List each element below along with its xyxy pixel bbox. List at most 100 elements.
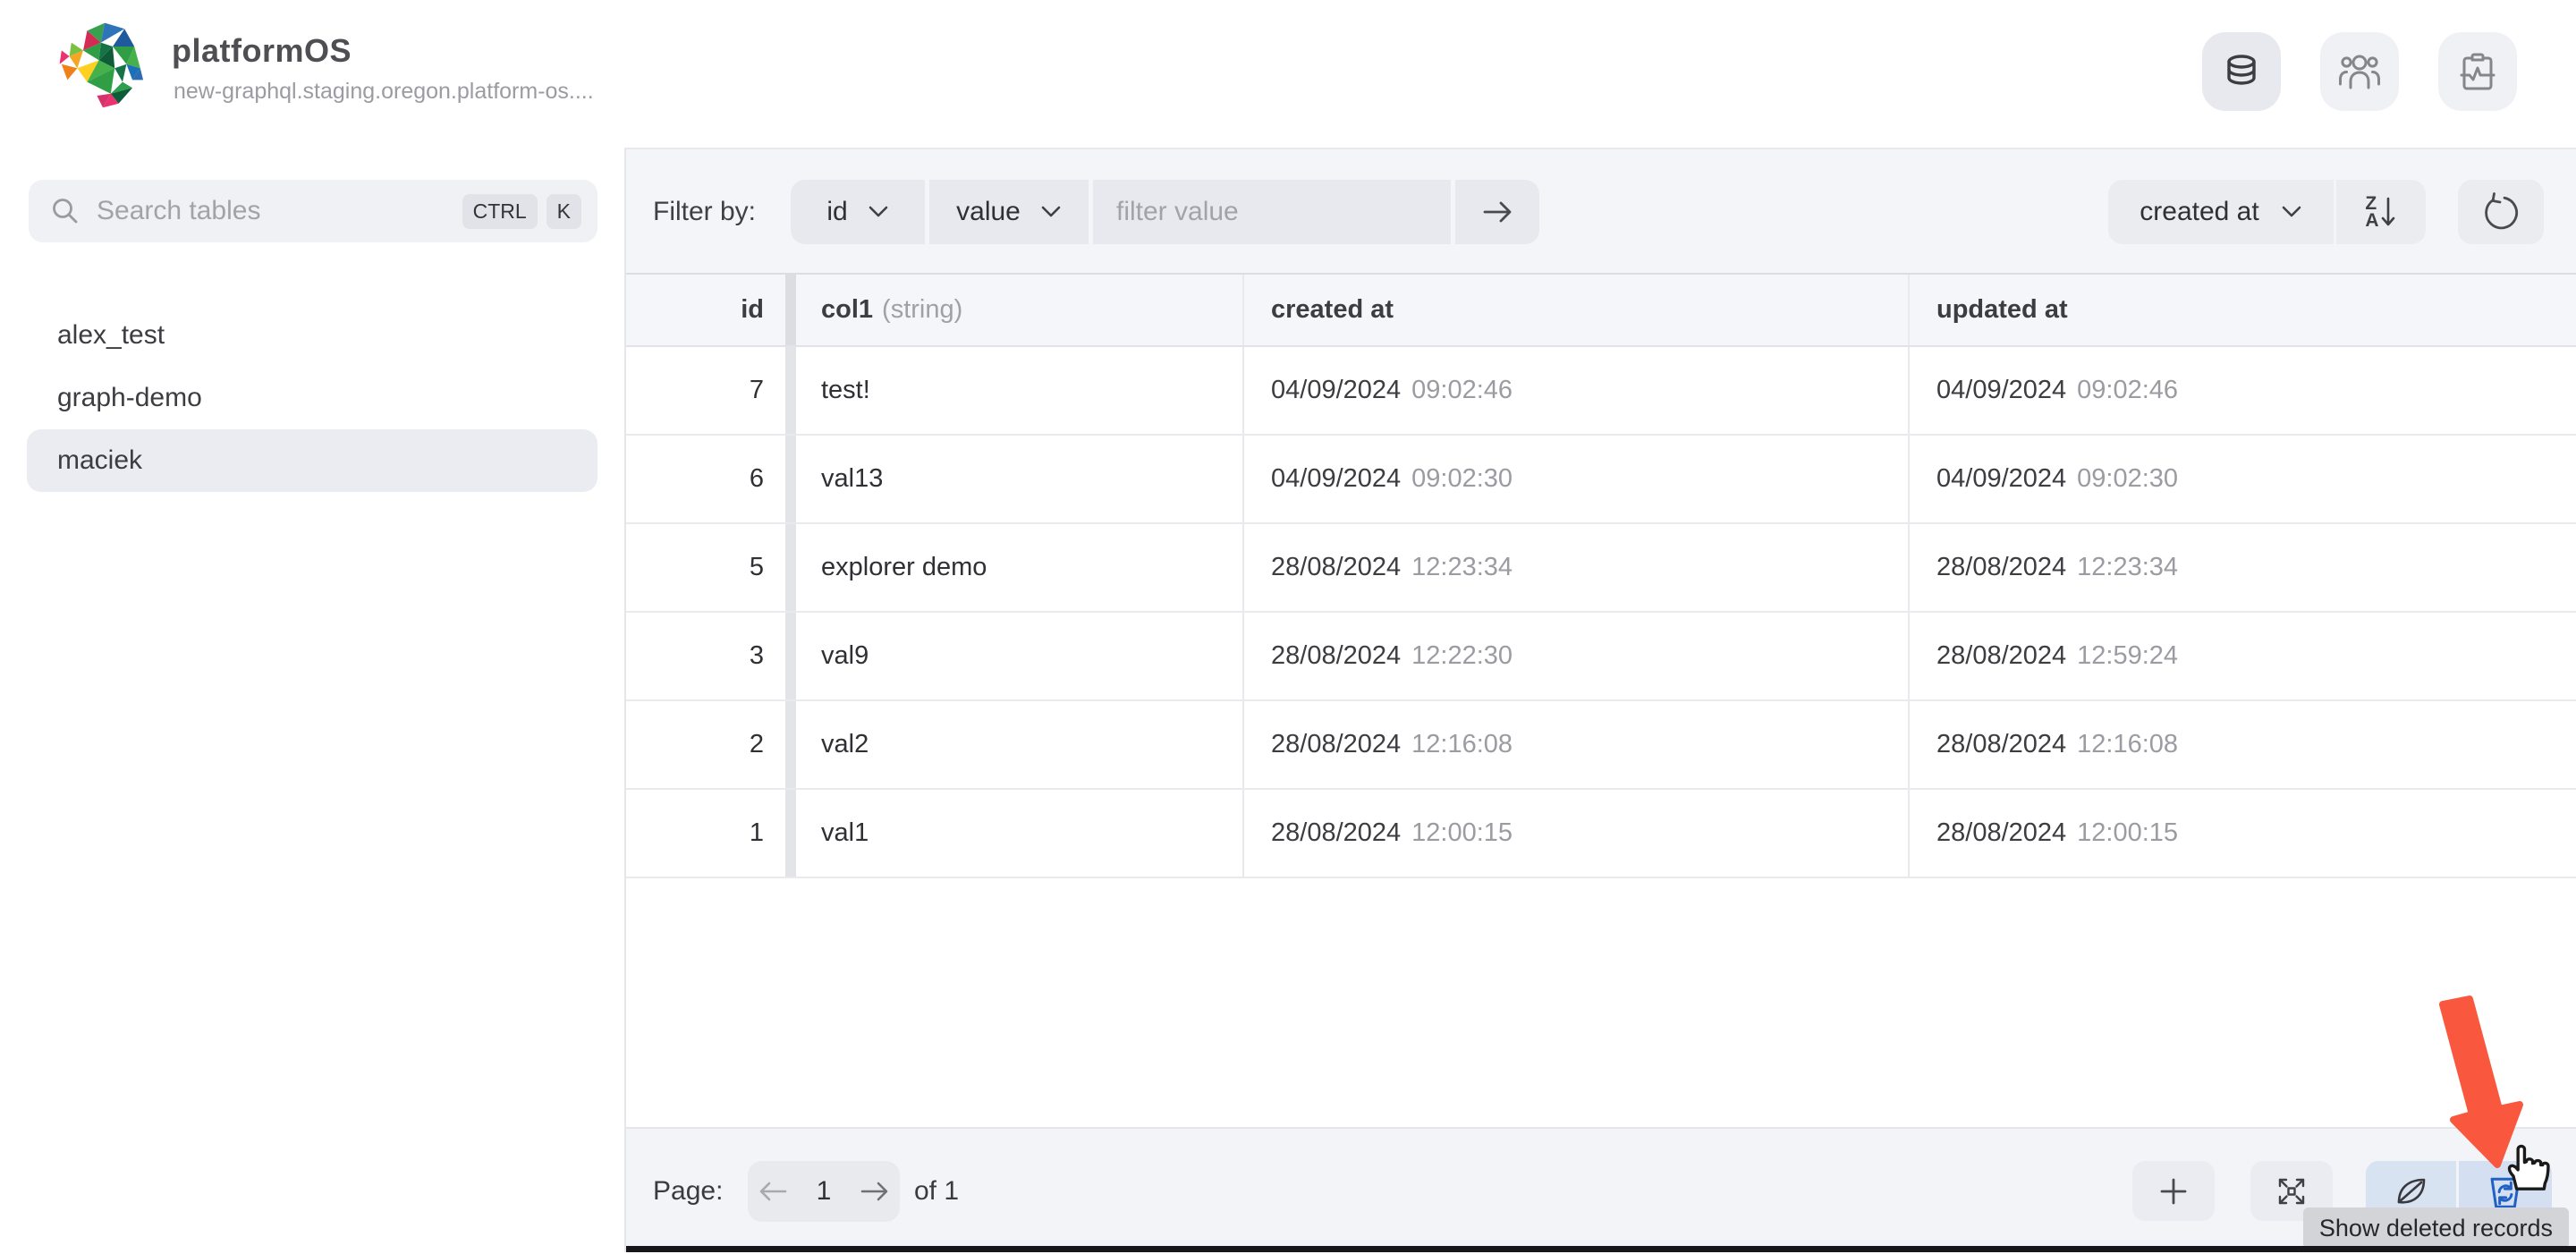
trash-restore-icon (2485, 1171, 2526, 1212)
sidebar-item-maciek[interactable]: maciek (27, 429, 597, 492)
activity-log-nav-button[interactable] (2438, 32, 2517, 111)
pagination-control: 1 (748, 1161, 900, 1222)
cell-updated-time: 09:02:46 (2077, 376, 2178, 405)
database-icon (2220, 50, 2263, 93)
cell-created-date: 28/08/2024 (1271, 553, 1401, 582)
cell-col1: val9 (821, 641, 869, 671)
cell-updated-date: 28/08/2024 (1936, 641, 2066, 671)
cell-id: 5 (750, 553, 764, 582)
cell-col1: test! (821, 376, 870, 405)
column-header-updated-at: updated at (1936, 295, 2068, 325)
table-row[interactable]: 2 val2 28/08/2024 12:16:08 28/08/2024 12:1… (626, 701, 2576, 790)
filter-controls: id value (791, 180, 1539, 244)
sort-direction-button[interactable]: ZA (2336, 180, 2426, 244)
filter-value-box (1093, 180, 1451, 244)
add-record-button[interactable] (2132, 1161, 2215, 1221)
filter-by-label: Filter by: (653, 149, 756, 275)
table-row[interactable]: 6 val13 04/09/202409:02:30 04/09/202409:… (626, 436, 2576, 524)
database-nav-button[interactable] (2202, 32, 2281, 111)
arrow-right-icon (1478, 196, 1517, 228)
arrow-left-icon (755, 1178, 791, 1205)
records-table: id col1 (string) created at updated at 7… (626, 273, 2576, 878)
refresh-button[interactable] (2458, 180, 2544, 244)
cell-created-time: 12:16:08 (1411, 730, 1513, 759)
filter-field-dropdown[interactable]: id (791, 180, 925, 244)
cell-updated-date: 28/08/2024 (1936, 730, 2066, 759)
sort-controls: created at ZA (2108, 180, 2426, 244)
cell-id: 1 (750, 818, 764, 848)
cell-id: 6 (750, 464, 764, 494)
tables-list: alex_test graph-demo maciek (27, 304, 597, 492)
sort-field-dropdown[interactable]: created at (2108, 180, 2334, 244)
apply-filter-button[interactable] (1455, 180, 1539, 244)
next-page-button[interactable] (850, 1161, 900, 1222)
filter-operator-value: value (956, 197, 1021, 227)
table-footer: Page: 1 of 1 (626, 1127, 2576, 1252)
expand-icon (2274, 1174, 2309, 1209)
cell-created-date: 04/09/2024 (1271, 376, 1401, 405)
page-label: Page: (653, 1129, 723, 1254)
table-row[interactable]: 1 val1 28/08/2024 12:00:15 28/08/2024 12:0… (626, 790, 2576, 878)
column-header-created-at: created at (1271, 295, 1394, 325)
current-page-number: 1 (798, 1176, 850, 1207)
sidebar-item-graph-demo[interactable]: graph-demo (27, 367, 597, 429)
search-tables-box[interactable]: CTRL K (29, 180, 597, 242)
table-row[interactable]: 7 test! 04/09/202409:02:46 04/09/202409:… (626, 347, 2576, 436)
cell-created-time: 09:02:30 (1411, 464, 1513, 494)
main-content: Filter by: id value created a (626, 148, 2576, 1252)
platformos-logo-icon (54, 16, 152, 116)
cell-id: 2 (750, 730, 764, 759)
column-header-col1: col1 (821, 295, 873, 325)
table-name-label: graph-demo (57, 383, 202, 413)
cell-created-time: 09:02:46 (1411, 376, 1513, 405)
instance-url: new-graphql.staging.oregon.platform-os..… (174, 79, 594, 105)
column-type-hint: (string) (882, 295, 962, 325)
cell-created-time: 12:00:15 (1411, 818, 1513, 848)
leaf-icon (2392, 1172, 2431, 1211)
cell-updated-time: 12:00:15 (2077, 818, 2178, 848)
users-icon (2337, 50, 2382, 93)
shortcut-k-key: K (547, 194, 581, 229)
cell-col1: explorer demo (821, 553, 987, 582)
search-tables-input[interactable] (97, 196, 453, 226)
cell-id: 7 (750, 376, 764, 405)
column-resize-handle[interactable] (785, 275, 796, 345)
cell-updated-time: 12:59:24 (2077, 641, 2178, 671)
show-deleted-records-tooltip: Show deleted records (2303, 1207, 2569, 1249)
cell-created-time: 12:22:30 (1411, 641, 1513, 671)
tooltip-text: Show deleted records (2319, 1215, 2553, 1242)
shortcut-ctrl-key: CTRL (462, 194, 538, 229)
chevron-down-icon (2281, 205, 2302, 219)
window-bottom-edge (626, 1246, 2576, 1252)
table-name-label: maciek (57, 445, 142, 476)
arrow-right-icon (857, 1178, 893, 1205)
cell-updated-date: 28/08/2024 (1936, 553, 2066, 582)
table-row[interactable]: 5 explorer demo 28/08/2024 12:23:34 28/08… (626, 524, 2576, 613)
cell-created-time: 12:23:34 (1411, 553, 1513, 582)
cell-updated-time: 09:02:30 (2077, 464, 2178, 494)
filter-operator-dropdown[interactable]: value (929, 180, 1089, 244)
search-icon (50, 196, 80, 226)
activity-log-icon (2456, 50, 2499, 93)
filter-value-input[interactable] (1116, 197, 1451, 227)
sidebar-item-alex-test[interactable]: alex_test (27, 304, 597, 367)
cell-updated-date: 28/08/2024 (1936, 818, 2066, 848)
cell-created-date: 04/09/2024 (1271, 464, 1401, 494)
cell-created-date: 28/08/2024 (1271, 818, 1401, 848)
total-pages-label: of 1 (914, 1129, 959, 1254)
cell-created-date: 28/08/2024 (1271, 730, 1401, 759)
sort-descending-icon: ZA (2365, 194, 2396, 230)
previous-page-button[interactable] (748, 1161, 798, 1222)
table-row[interactable]: 3 val9 28/08/2024 12:22:30 28/08/2024 12:5… (626, 613, 2576, 701)
users-nav-button[interactable] (2320, 32, 2399, 111)
cell-updated-time: 12:23:34 (2077, 553, 2178, 582)
table-header-row: id col1 (string) created at updated at (626, 273, 2576, 347)
filter-bar: Filter by: id value created a (626, 148, 2576, 273)
sort-field-value: created at (2140, 197, 2258, 227)
cell-col1: val2 (821, 730, 869, 759)
cell-created-date: 28/08/2024 (1271, 641, 1401, 671)
chevron-down-icon (868, 205, 889, 219)
cell-updated-time: 12:16:08 (2077, 730, 2178, 759)
cell-col1: val1 (821, 818, 869, 848)
cell-id: 3 (750, 641, 764, 671)
